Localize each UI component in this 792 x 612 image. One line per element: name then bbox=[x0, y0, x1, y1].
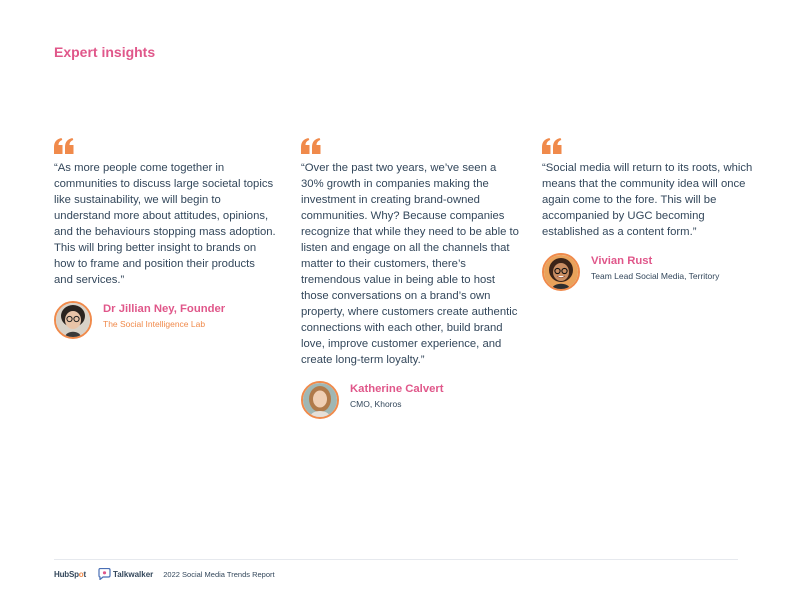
section-title: Expert insights bbox=[54, 44, 156, 60]
author-role: CMO, Khoros bbox=[350, 399, 402, 409]
author-name: Dr Jillian Ney, Founder bbox=[103, 303, 226, 315]
author-block: Katherine Calvert CMO, Khoros bbox=[301, 380, 519, 419]
quote-text: “Social media will return to its roots, … bbox=[542, 162, 753, 238]
avatar bbox=[54, 301, 92, 339]
quote-card-3: “Social media will return to its roots, … bbox=[542, 138, 758, 291]
hubspot-logo: HubSpot bbox=[54, 569, 86, 579]
author-role: Team Lead Social Media, Territory bbox=[591, 271, 720, 281]
author-name: Vivian Rust bbox=[591, 255, 653, 267]
quote-text: “As more people come together in communi… bbox=[54, 162, 276, 286]
avatar bbox=[542, 253, 580, 291]
talkwalker-label: Talkwalker bbox=[112, 569, 154, 579]
quote-text: “Over the past two years, we’ve seen a 3… bbox=[301, 162, 519, 366]
talkwalker-logo: Talkwalker bbox=[98, 568, 153, 580]
footer-divider bbox=[54, 559, 738, 560]
author-block: Dr Jillian Ney, Founder The Social Intel… bbox=[54, 300, 276, 339]
author-block: Vivian Rust Team Lead Social Media, Terr… bbox=[542, 252, 758, 291]
quote-icon bbox=[542, 138, 562, 154]
quote-icon bbox=[54, 138, 74, 154]
author-role: The Social Intelligence Lab bbox=[103, 319, 206, 329]
author-name: Katherine Calvert bbox=[350, 383, 444, 395]
quote-card-1: “As more people come together in communi… bbox=[54, 138, 276, 339]
report-title: 2022 Social Media Trends Report bbox=[163, 569, 275, 579]
avatar bbox=[301, 381, 339, 419]
quote-icon bbox=[301, 138, 321, 154]
footer: HubSpot Talkwalker 2022 Social Media Tre… bbox=[54, 567, 275, 581]
quote-card-2: “Over the past two years, we’ve seen a 3… bbox=[301, 138, 519, 419]
talkwalker-icon bbox=[98, 568, 111, 580]
